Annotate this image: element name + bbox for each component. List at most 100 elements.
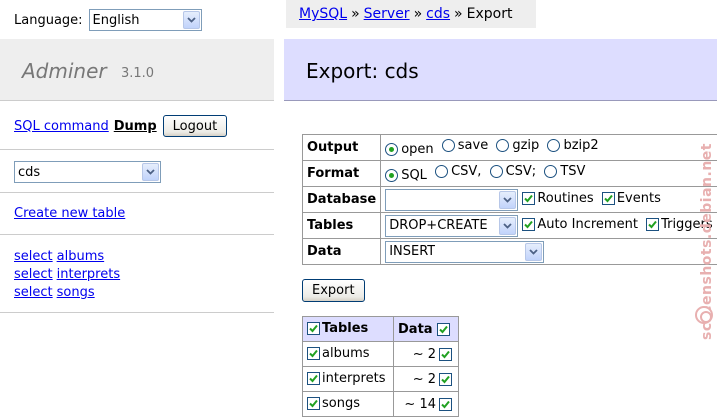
- breadcrumb-separator: »: [413, 6, 423, 22]
- chevron-down-icon[interactable]: [499, 190, 517, 209]
- format-csv-semicolon-option[interactable]: CSV;: [489, 164, 537, 179]
- format-options: SQL CSV, CSV; TSV: [380, 160, 717, 187]
- radio-icon[interactable]: [441, 139, 455, 152]
- radio-icon[interactable]: [496, 139, 510, 152]
- output-gzip-option[interactable]: gzip: [496, 138, 539, 153]
- radio-icon[interactable]: [489, 165, 503, 178]
- checkbox-label: Events: [616, 191, 661, 206]
- checkbox-checked-icon[interactable]: [646, 218, 660, 231]
- table-data-cell: ~ 14: [393, 391, 459, 417]
- data-style-select[interactable]: INSERT: [385, 240, 545, 263]
- table-songs-link[interactable]: songs: [57, 285, 95, 300]
- output-row: Output open save gzip bzip2: [301, 134, 717, 161]
- format-csv-comma-option[interactable]: CSV,: [435, 164, 481, 179]
- table-interprets-link[interactable]: interprets: [57, 267, 120, 282]
- table-row: albums ~ 2: [302, 341, 459, 367]
- select-songs-link[interactable]: select: [14, 285, 53, 300]
- divider: [0, 192, 274, 193]
- option-label: bzip2: [563, 138, 599, 153]
- data-interprets-checkbox[interactable]: [439, 372, 452, 386]
- checkbox-checked-icon[interactable]: [601, 192, 615, 205]
- language-selector: Language: English: [14, 8, 202, 32]
- tables-style-select[interactable]: DROP+CREATE: [385, 214, 519, 237]
- tables-options: DROP+CREATE Auto Increment Triggers: [380, 212, 717, 239]
- database-style-select[interactable]: [385, 188, 519, 211]
- output-bzip2-option[interactable]: bzip2: [547, 138, 599, 153]
- table-name: songs: [322, 396, 360, 411]
- breadcrumb-db[interactable]: cds: [426, 6, 450, 22]
- table-data-cell: ~ 2: [393, 341, 459, 367]
- radio-icon[interactable]: [435, 165, 449, 178]
- format-tsv-option[interactable]: TSV: [544, 164, 585, 179]
- output-label: Output: [301, 134, 382, 161]
- radio-checked-icon[interactable]: [385, 169, 399, 182]
- divider: [0, 234, 274, 235]
- database-label: Database: [301, 186, 382, 213]
- table-songs-checkbox[interactable]: [307, 397, 320, 410]
- table-row: interprets ~ 2: [302, 366, 459, 392]
- list-item: select albums: [14, 248, 120, 266]
- language-select-value: English: [92, 12, 140, 28]
- table-albums-checkbox[interactable]: [307, 347, 320, 360]
- divider: [0, 312, 274, 313]
- breadcrumb-server[interactable]: Server: [364, 6, 410, 22]
- table-interprets-checkbox[interactable]: [307, 372, 320, 385]
- breadcrumb-current: Export: [466, 6, 513, 22]
- language-select[interactable]: English: [88, 9, 202, 31]
- logout-button[interactable]: Logout: [162, 115, 228, 137]
- select-interprets-link[interactable]: select: [14, 267, 53, 282]
- check-all-data-checkbox[interactable]: [436, 322, 450, 336]
- checkbox-checked-icon[interactable]: [522, 218, 536, 231]
- row-count: ~ 14: [404, 396, 436, 412]
- format-row: Format SQL CSV, CSV; TSV: [301, 160, 717, 187]
- radio-icon[interactable]: [547, 139, 561, 152]
- option-label: TSV: [560, 164, 586, 179]
- database-options: Routines Events: [380, 186, 717, 213]
- data-row: Data INSERT: [301, 238, 717, 265]
- data-style-value: INSERT: [389, 244, 436, 259]
- database-selector: cds: [14, 161, 161, 183]
- output-save-option[interactable]: save: [441, 138, 488, 153]
- option-label: CSV,: [451, 164, 482, 179]
- app-version: 3.1.0: [121, 66, 155, 81]
- dump-link-active[interactable]: Dump: [114, 119, 157, 134]
- radio-checked-icon[interactable]: [385, 143, 399, 156]
- chevron-down-icon[interactable]: [499, 216, 517, 235]
- page-header: Export: cds: [284, 39, 717, 101]
- data-options: INSERT: [380, 238, 717, 265]
- output-options: open save gzip bzip2: [380, 134, 717, 161]
- table-name-cell: interprets: [302, 366, 394, 392]
- auto-increment-checkbox[interactable]: Auto Increment: [522, 217, 638, 232]
- chevron-down-icon[interactable]: [182, 11, 200, 29]
- breadcrumb-mysql[interactable]: MySQL: [299, 6, 347, 22]
- data-albums-checkbox[interactable]: [439, 347, 452, 361]
- routines-checkbox[interactable]: Routines: [522, 191, 594, 206]
- format-sql-option[interactable]: SQL: [385, 168, 427, 183]
- command-menu: SQL command Dump Logout: [14, 115, 228, 137]
- table-name: interprets: [322, 371, 386, 386]
- app-name: Adminer: [22, 59, 107, 83]
- chevron-down-icon[interactable]: [142, 163, 159, 181]
- database-select[interactable]: cds: [14, 161, 161, 183]
- format-label: Format: [301, 160, 382, 187]
- tables-selection-grid: Tables Data albums ~ 2 interprets ~ 2 so…: [302, 316, 459, 417]
- checkbox-checked-icon[interactable]: [522, 192, 536, 205]
- divider: [0, 149, 274, 150]
- sql-command-link[interactable]: SQL command: [14, 119, 109, 134]
- events-checkbox[interactable]: Events: [601, 191, 661, 206]
- table-list: select albums select interprets select song…: [14, 248, 120, 302]
- option-label: gzip: [512, 138, 540, 153]
- select-albums-link[interactable]: select: [14, 249, 53, 264]
- list-item: select songs: [14, 284, 120, 302]
- output-open-option[interactable]: open: [385, 142, 434, 157]
- export-button[interactable]: Export: [302, 279, 365, 302]
- breadcrumb-separator: »: [454, 6, 463, 22]
- radio-icon[interactable]: [544, 165, 558, 178]
- tables-label: Tables: [301, 212, 382, 239]
- data-songs-checkbox[interactable]: [439, 397, 452, 411]
- option-label: CSV;: [505, 164, 537, 179]
- chevron-down-icon[interactable]: [525, 242, 543, 261]
- create-new-table-link[interactable]: Create new table: [14, 206, 125, 221]
- check-all-tables-checkbox[interactable]: [307, 322, 320, 335]
- table-albums-link[interactable]: albums: [57, 249, 105, 264]
